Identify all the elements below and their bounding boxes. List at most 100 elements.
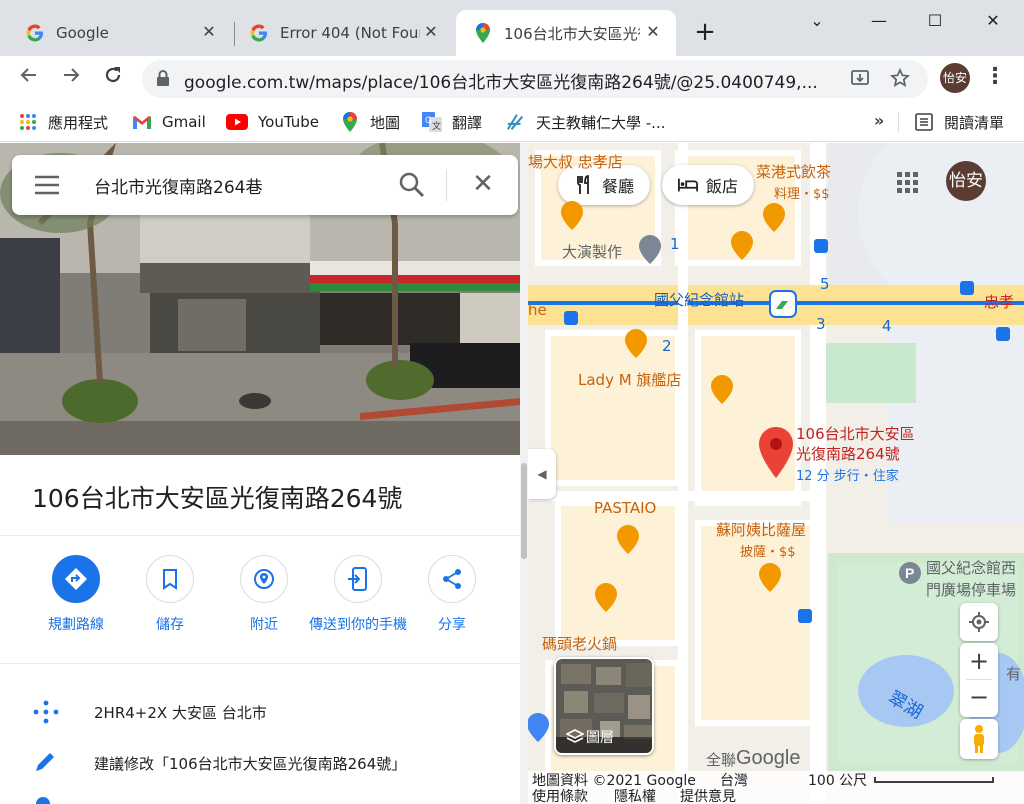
hamburger-menu-icon[interactable] <box>34 175 60 195</box>
tab-maps-active[interactable]: 106台北市大安區光復南路264號 ✕ <box>456 10 676 56</box>
hotels-chip[interactable]: 飯店 <box>662 165 755 205</box>
bookmark-youtube[interactable]: YouTube <box>226 111 319 133</box>
mrt-exit-1: 1 <box>670 235 680 253</box>
map-label-studio[interactable]: 大演製作 <box>562 241 622 262</box>
save-button[interactable]: 儲存 <box>120 555 220 635</box>
new-tab-button[interactable]: + <box>690 18 720 48</box>
zoom-out-button[interactable]: − <box>960 680 998 716</box>
tab-title: Error 404 (Not Found) <box>280 24 420 42</box>
bookmark-label: Gmail <box>162 113 206 131</box>
feedback-link[interactable]: 提供意見 <box>680 786 736 804</box>
map-label-walk-time: 12 分 步行・住家 <box>796 469 899 484</box>
map-label-pastaio[interactable]: PASTAIO <box>594 499 656 517</box>
tab-title: 106台北市大安區光復南路264號 <box>504 24 640 43</box>
street-view-photo[interactable]: 台北市光復南路264巷 ✕ <box>0 143 521 455</box>
bookmarks-overflow-button[interactable]: » <box>874 111 884 130</box>
maximize-button[interactable]: ☐ <box>912 8 958 36</box>
send-to-phone-button[interactable]: 傳送到你的手機 <box>308 555 408 635</box>
bookmark-label: 天主教輔仁大學 -... <box>536 113 666 132</box>
my-location-button[interactable] <box>960 603 998 641</box>
bookmark-maps[interactable]: 地圖 <box>340 111 400 133</box>
bookmarks-bar: 應用程式 Gmail YouTube 地圖 G文 翻譯 天主教輔仁大學 -...… <box>0 102 1024 142</box>
bookmark-apps[interactable]: 應用程式 <box>18 111 108 133</box>
panel-scrollbar[interactable] <box>520 143 528 804</box>
map-label-you: 有 <box>1006 665 1022 683</box>
account-avatar[interactable]: 怡安 <box>946 161 986 201</box>
zoom-controls: + − <box>960 643 998 717</box>
bookmark-gmail[interactable]: Gmail <box>132 111 206 133</box>
close-tab-icon[interactable]: ✕ <box>420 21 442 43</box>
browser-menu-icon[interactable]: ⋮ <box>984 64 1006 92</box>
plus-code-row[interactable]: 2HR4+2X 大安區 台北市 <box>0 686 521 736</box>
back-button[interactable] <box>14 64 44 94</box>
reading-list-button[interactable]: 閱讀清單 <box>914 111 1004 133</box>
maps-pin-icon <box>340 112 360 132</box>
suggest-edit-row[interactable]: 建議修改「106台北市大安區光復南路264號」 <box>0 737 521 787</box>
tab-title: Google <box>56 24 109 42</box>
map-label-parking-2[interactable]: 門廣場停車場 <box>926 579 1016 600</box>
clear-search-icon[interactable]: ✕ <box>468 169 498 199</box>
mrt-exit-3: 3 <box>816 315 826 333</box>
tab-google[interactable]: Google ✕ <box>0 10 232 56</box>
bookmark-fju[interactable]: 天主教輔仁大學 -... <box>506 111 666 133</box>
address-bar[interactable]: google.com.tw/maps/place/106台北市大安區光復南路26… <box>142 60 928 98</box>
scale-label[interactable]: 100 公尺 <box>808 770 867 790</box>
tab-search-dropdown-button[interactable]: ⌄ <box>794 8 840 36</box>
bookmark-star-icon[interactable] <box>888 67 912 90</box>
map-label-hotpot[interactable]: 碼頭老火鍋 <box>542 633 617 654</box>
forward-button[interactable] <box>56 64 86 94</box>
map-label-hk-food-sub: 料理・$$ <box>774 187 830 202</box>
close-tab-icon[interactable]: ✕ <box>198 21 220 43</box>
collapse-panel-button[interactable]: ◀ <box>528 449 556 499</box>
minimize-button[interactable]: — <box>856 8 902 36</box>
zoom-in-button[interactable]: + <box>960 643 998 679</box>
reload-button[interactable] <box>98 64 128 94</box>
map-label-pin-title-2[interactable]: 光復南路264號 <box>796 443 900 464</box>
map-label-pizza[interactable]: 蘇阿姨比薩屋 <box>716 519 806 540</box>
scrollbar-thumb[interactable] <box>521 463 527 559</box>
edit-pencil-icon <box>36 753 54 771</box>
search-input[interactable]: 台北市光復南路264巷 <box>94 173 262 198</box>
restaurant-icon <box>574 175 594 195</box>
layers-label: 圖層 <box>586 730 614 746</box>
map-label-parking-1[interactable]: 國父紀念館西 <box>926 557 1016 578</box>
layers-icon <box>566 729 584 743</box>
map-label-pin-title-1[interactable]: 106台北市大安區 <box>796 423 915 444</box>
youtube-icon <box>226 112 248 132</box>
window-close-button[interactable]: ✕ <box>970 8 1016 36</box>
plus-code-text: 2HR4+2X 大安區 台北市 <box>94 704 267 722</box>
terms-link[interactable]: 使用條款 <box>532 786 588 804</box>
back-arrow-icon <box>20 68 36 82</box>
map-canvas[interactable]: 餐廳 飯店 怡安 場大叔 忠孝店 菜港式飲茶 料理・$$ 大演製作 國父紀念館站… <box>528 143 1024 804</box>
install-app-icon[interactable] <box>848 68 872 90</box>
my-location-icon <box>969 612 989 632</box>
map-label-top-left[interactable]: 場大叔 忠孝店 <box>528 151 623 172</box>
layers-button[interactable]: 圖層 <box>554 657 654 755</box>
map-label-quanlian[interactable]: 全聯 <box>706 749 736 770</box>
mrt-exit-4: 4 <box>882 317 892 335</box>
close-tab-icon[interactable]: ✕ <box>642 21 664 43</box>
profile-avatar-button[interactable]: 怡安 <box>940 63 970 93</box>
bookmark-label: YouTube <box>258 113 319 131</box>
directions-button[interactable]: 規劃路線 <box>26 555 126 635</box>
pegman-button[interactable] <box>960 719 998 759</box>
privacy-link[interactable]: 隱私權 <box>614 786 656 804</box>
map-label-lady-m[interactable]: Lady M 旗艦店 <box>578 369 681 390</box>
search-divider <box>446 169 447 201</box>
share-button[interactable]: 分享 <box>402 555 502 635</box>
map-label-station[interactable]: 國父紀念館站 <box>654 289 744 310</box>
bookmark-icon <box>146 555 194 603</box>
directions-icon <box>52 555 100 603</box>
search-box[interactable]: 台北市光復南路264巷 ✕ <box>12 155 518 215</box>
tab-error-404[interactable]: Error 404 (Not Found) ✕ <box>224 10 454 56</box>
gmail-icon <box>132 112 152 132</box>
mrt-exit-5: 5 <box>820 275 830 293</box>
maps-pin-icon <box>474 23 492 43</box>
nearby-button[interactable]: 附近 <box>214 555 314 635</box>
translate-icon: G文 <box>422 112 442 132</box>
search-icon[interactable] <box>398 171 426 199</box>
map-label-hk-food[interactable]: 菜港式飲茶 <box>756 161 831 182</box>
bookmark-label: 應用程式 <box>48 113 109 132</box>
bookmark-translate[interactable]: G文 翻譯 <box>422 111 482 133</box>
google-apps-icon[interactable] <box>896 171 920 195</box>
